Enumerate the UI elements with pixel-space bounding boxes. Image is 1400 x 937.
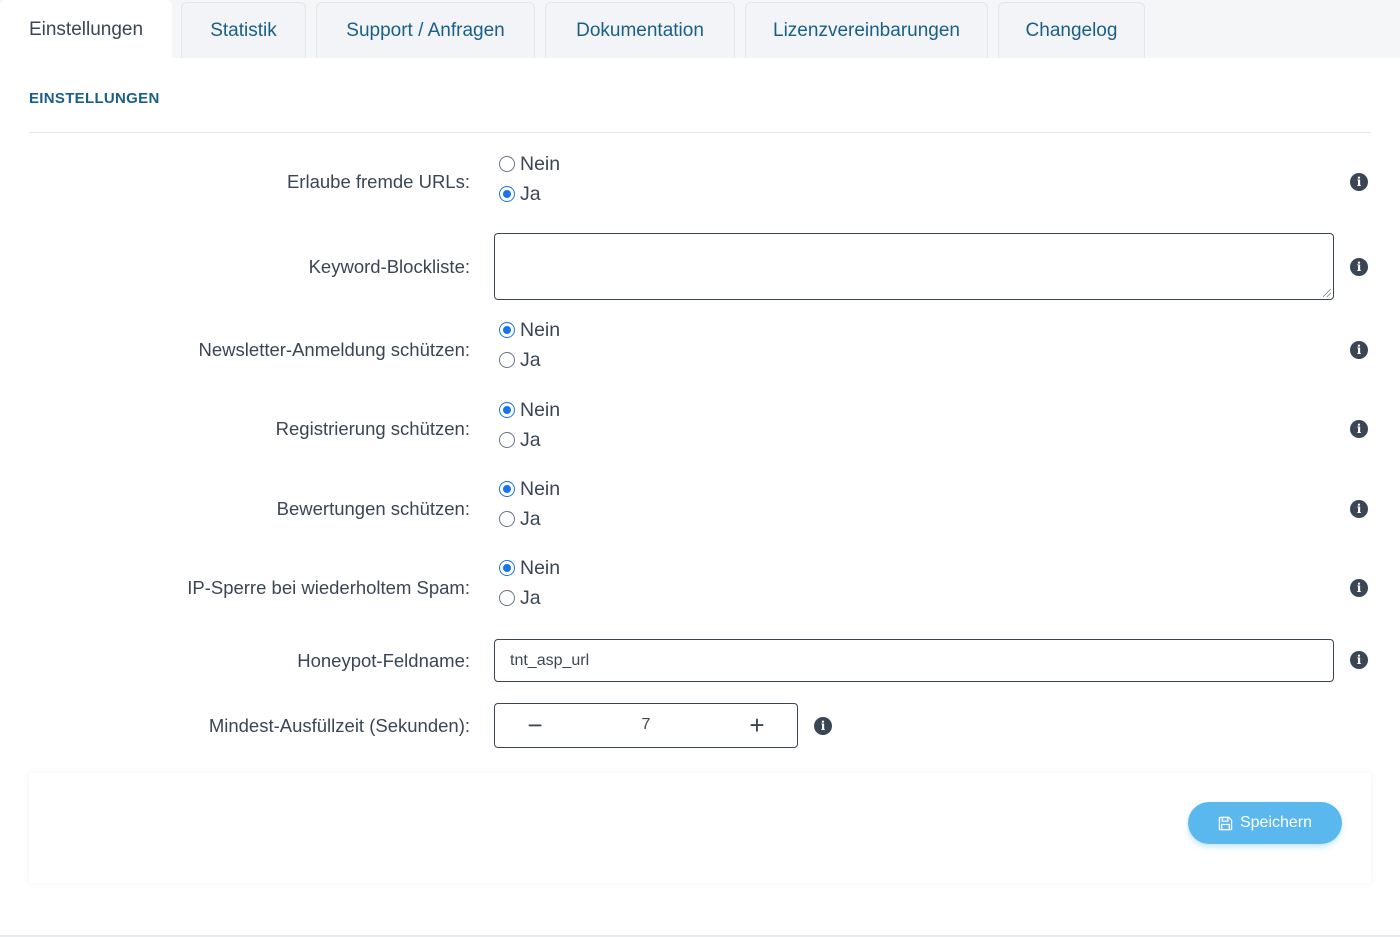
save-button[interactable]: Speichern [1188, 802, 1342, 844]
foreign-urls-option-nein[interactable]: Nein [499, 152, 560, 176]
info-circle-icon[interactable]: i [1350, 341, 1368, 359]
honeypot-label: Honeypot-Feldname: [297, 650, 470, 671]
tab-changelog[interactable]: Changelog [998, 2, 1145, 58]
reviews-option-ja[interactable]: Ja [499, 507, 541, 531]
min-time-label: Mindest-Ausfüllzeit (Sekunden): [208, 715, 470, 736]
keyword-blocklist-label: Keyword-Blockliste: [308, 256, 470, 277]
radio-label: Nein [520, 556, 561, 579]
footer-card [29, 773, 1371, 883]
radio-button-selected[interactable] [499, 481, 515, 497]
tab-lizenzvereinbarungen[interactable]: Lizenzvereinbarungen [745, 2, 988, 58]
radio-button-selected[interactable] [499, 186, 515, 202]
radio-label: Ja [520, 428, 541, 451]
radio-button[interactable] [499, 352, 515, 368]
radio-button[interactable] [499, 432, 515, 448]
newsletter-label: Newsletter-Anmeldung schützen: [198, 339, 470, 360]
ip-block-option-ja[interactable]: Ja [499, 586, 541, 610]
radio-button[interactable] [499, 590, 515, 606]
foreign-urls-label: Erlaube fremde URLs: [286, 171, 470, 192]
tab-einstellungen[interactable]: Einstellungen [0, 0, 172, 58]
tab-statistik[interactable]: Statistik [181, 2, 306, 58]
reviews-label: Bewertungen schützen: [276, 498, 470, 519]
newsletter-option-nein[interactable]: Nein [499, 318, 560, 342]
min-time-value[interactable]: 7 [575, 704, 717, 746]
reviews-option-nein[interactable]: Nein [499, 477, 560, 501]
radio-button-selected[interactable] [499, 322, 515, 338]
registration-option-nein[interactable]: Nein [499, 398, 560, 422]
info-circle-icon[interactable]: i [1350, 651, 1368, 669]
info-circle-icon[interactable]: i [1350, 500, 1368, 518]
min-time-stepper: − 7 + [494, 703, 798, 748]
honeypot-field-input[interactable]: tnt_asp_url [494, 639, 1334, 682]
radio-label: Nein [520, 477, 561, 500]
registration-option-ja[interactable]: Ja [499, 428, 541, 452]
radio-label: Ja [520, 507, 541, 530]
radio-label: Nein [520, 318, 561, 341]
increment-button[interactable]: + [717, 704, 797, 746]
radio-label: Ja [520, 182, 541, 205]
radio-button[interactable] [499, 156, 515, 172]
tab-bar: Einstellungen Statistik Support / Anfrag… [0, 0, 1400, 58]
tab-dokumentation[interactable]: Dokumentation [545, 2, 735, 58]
decrement-button[interactable]: − [495, 704, 575, 746]
ip-block-label: IP-Sperre bei wiederholtem Spam: [187, 577, 470, 598]
radio-label: Ja [520, 586, 541, 609]
keyword-blocklist-textarea[interactable] [494, 233, 1334, 300]
tab-support[interactable]: Support / Anfragen [316, 2, 535, 58]
radio-label: Ja [520, 348, 541, 371]
foreign-urls-option-ja[interactable]: Ja [499, 182, 541, 206]
registration-label: Registrierung schützen: [275, 418, 470, 439]
info-circle-icon[interactable]: i [1350, 579, 1368, 597]
floppy-disk-icon [1218, 816, 1233, 830]
radio-button-selected[interactable] [499, 402, 515, 418]
info-circle-icon[interactable]: i [1350, 173, 1368, 191]
radio-label: Nein [520, 398, 561, 421]
ip-block-option-nein[interactable]: Nein [499, 556, 560, 580]
save-button-label: Speichern [1239, 814, 1313, 831]
info-circle-icon[interactable]: i [814, 717, 832, 735]
radio-button-selected[interactable] [499, 560, 515, 576]
info-circle-icon[interactable]: i [1350, 420, 1368, 438]
radio-button[interactable] [499, 511, 515, 527]
radio-label: Nein [520, 152, 561, 175]
section-title: EINSTELLUNGEN [29, 90, 160, 107]
info-circle-icon[interactable]: i [1350, 258, 1368, 276]
section-divider [29, 132, 1371, 133]
newsletter-option-ja[interactable]: Ja [499, 348, 541, 372]
